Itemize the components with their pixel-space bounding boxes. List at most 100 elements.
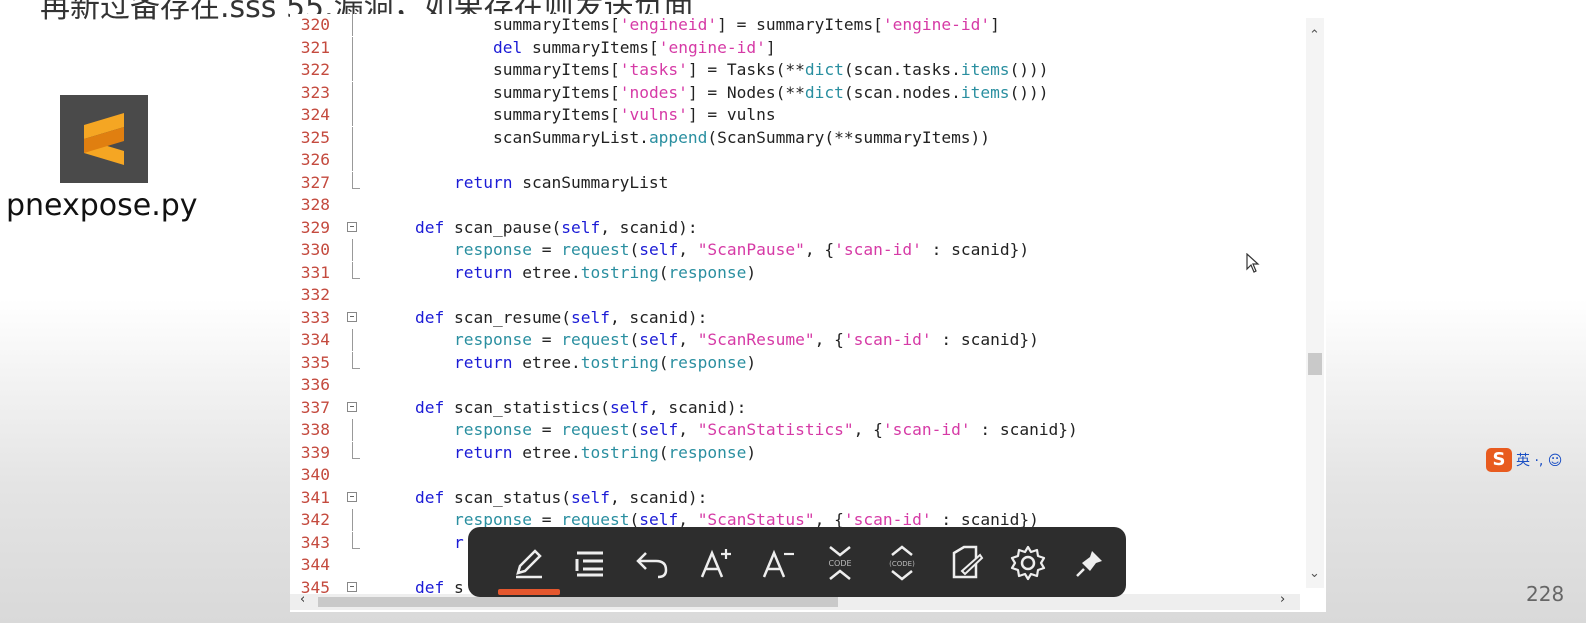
code-line[interactable]: 337 def scan_statistics(self, scanid): [290,397,1300,419]
scroll-right-arrow-icon[interactable]: › [1280,592,1285,607]
scroll-up-arrow-icon[interactable]: ⌃ [1309,28,1320,43]
code-line[interactable]: 329 def scan_pause(self, scanid): [290,217,1300,239]
code-token: , scanid): [648,397,747,417]
code-token: self [639,330,679,349]
collapse-code-icon[interactable]: CODE [818,541,862,585]
code-token: ( [658,352,669,372]
code-line[interactable]: 335 return etree.tostring(response) [290,351,1300,374]
code-token: , scanid): [600,217,698,237]
line-number: 329 [300,217,330,237]
code-line[interactable]: 336 [290,374,1300,396]
code-line[interactable]: 321 del summaryItems['engine-id'] [290,36,1300,59]
code-token: 'engine-id' [658,37,766,57]
pen-icon[interactable] [506,541,550,585]
code-text: response = request(self, "ScanResume", {… [454,329,1039,351]
code-line[interactable]: 333 def scan_resume(self, scanid): [290,307,1300,329]
code-token: summaryItems[ [493,15,620,34]
line-number: 338 [300,420,330,439]
fold-guide [352,509,353,531]
code-line[interactable]: 325 scanSummaryList.append(ScanSummary(**… [290,126,1300,149]
fold-guide [352,329,353,351]
code-token: "ScanResume" [697,330,815,349]
pin-icon[interactable] [1068,541,1112,585]
code-text: r [454,532,464,554]
code-token: append [648,127,708,147]
line-number: 320 [300,15,330,34]
fold-guide [352,104,353,126]
code-token: self [639,240,679,259]
fold-toggle-icon[interactable] [347,401,357,412]
code-line[interactable]: 330 response = request(self, "ScanPause",… [290,239,1300,261]
code-line[interactable]: 327 return scanSummaryList [290,171,1300,194]
vertical-scrollbar[interactable] [1306,18,1324,588]
ime-mode-text[interactable]: 英 ·, ☺ [1516,450,1562,470]
code-line[interactable]: 320 summaryItems['engineid'] = summaryIte… [290,14,1300,36]
code-token: summaryItems[ [522,37,659,57]
code-line[interactable]: 322 summaryItems['tasks'] = Tasks(**dict(… [290,59,1300,81]
ime-status-bar[interactable]: S 英 ·, ☺ [1486,447,1562,473]
code-token: request [561,420,630,439]
fold-toggle-icon[interactable] [347,311,357,322]
code-token: r [454,532,464,552]
code-token: def [415,307,445,327]
horizontal-scroll-thumb[interactable] [318,597,838,607]
fold-guide [352,149,353,171]
code-token: , [678,330,698,349]
settings-gear-icon[interactable] [1006,541,1050,585]
line-number: 327 [300,172,330,192]
fold-guide [352,239,353,261]
fold-toggle-icon[interactable] [347,491,357,502]
code-token: def [415,397,445,417]
code-line[interactable]: 340 [290,464,1300,486]
sogou-ime-icon[interactable]: S [1486,448,1512,472]
expand-code-icon[interactable]: (CODE) [880,541,924,585]
vertical-scroll-thumb[interactable] [1308,353,1322,375]
line-number: 333 [300,307,330,327]
code-token: return [454,442,513,462]
code-line[interactable]: 326 [290,149,1300,171]
code-text: return etree.tostring(response) [454,352,756,374]
code-line[interactable]: 341 def scan_status(self, scanid): [290,487,1300,509]
font-decrease-icon[interactable] [756,541,800,585]
line-number: 330 [300,240,330,259]
fold-toggle-icon[interactable] [347,221,357,232]
font-increase-icon[interactable] [694,541,738,585]
code-token: dict [804,60,844,79]
code-line[interactable]: 331 return etree.tostring(response) [290,261,1300,284]
code-token: ())) [1009,82,1049,102]
code-token: (ScanSummary(**summaryItems)) [707,127,991,147]
code-editor[interactable]: 320 summaryItems['engineid'] = summaryIte… [290,14,1326,612]
code-line[interactable]: 324 summaryItems['vulns'] = vulns [290,104,1300,126]
code-token: ] = summaryItems[ [717,15,883,34]
code-token: = [531,330,562,349]
code-token: : scanid}) [921,240,1030,259]
code-token: ] = vulns [687,105,776,124]
fold-guide [352,81,353,104]
code-text: def scan_statistics(self, scanid): [415,397,746,419]
code-token: , scanid): [609,307,708,327]
code-token: : scanid}) [970,420,1078,439]
undo-icon[interactable] [630,541,674,585]
note-edit-icon[interactable] [944,541,988,585]
code-token: response [454,240,532,259]
code-line[interactable]: 323 summaryItems['nodes'] = Nodes(**dict(… [290,81,1300,104]
mouse-cursor-icon [1246,252,1260,277]
code-line[interactable]: 339 return etree.tostring(response) [290,441,1300,464]
code-token: ( [629,420,640,439]
code-token: scan_statistics( [444,397,610,417]
code-token: summaryItems[ [493,105,620,124]
line-number: 322 [300,60,330,79]
fold-toggle-icon[interactable] [347,581,357,592]
code-line[interactable]: 328 [290,194,1300,216]
code-token: return [454,352,513,372]
app-filename: pnexpose.py [6,188,198,223]
scroll-left-arrow-icon[interactable]: ‹ [300,592,305,607]
line-number: 334 [300,330,330,349]
scroll-down-arrow-icon[interactable]: ⌄ [1309,566,1320,581]
code-line[interactable]: 334 response = request(self, "ScanResume"… [290,329,1300,351]
active-tool-indicator [498,589,560,595]
code-token: ] = Tasks(** [687,60,805,79]
list-indent-icon[interactable] [568,541,612,585]
code-line[interactable]: 332 [290,284,1300,306]
code-line[interactable]: 338 response = request(self, "ScanStatist… [290,419,1300,441]
